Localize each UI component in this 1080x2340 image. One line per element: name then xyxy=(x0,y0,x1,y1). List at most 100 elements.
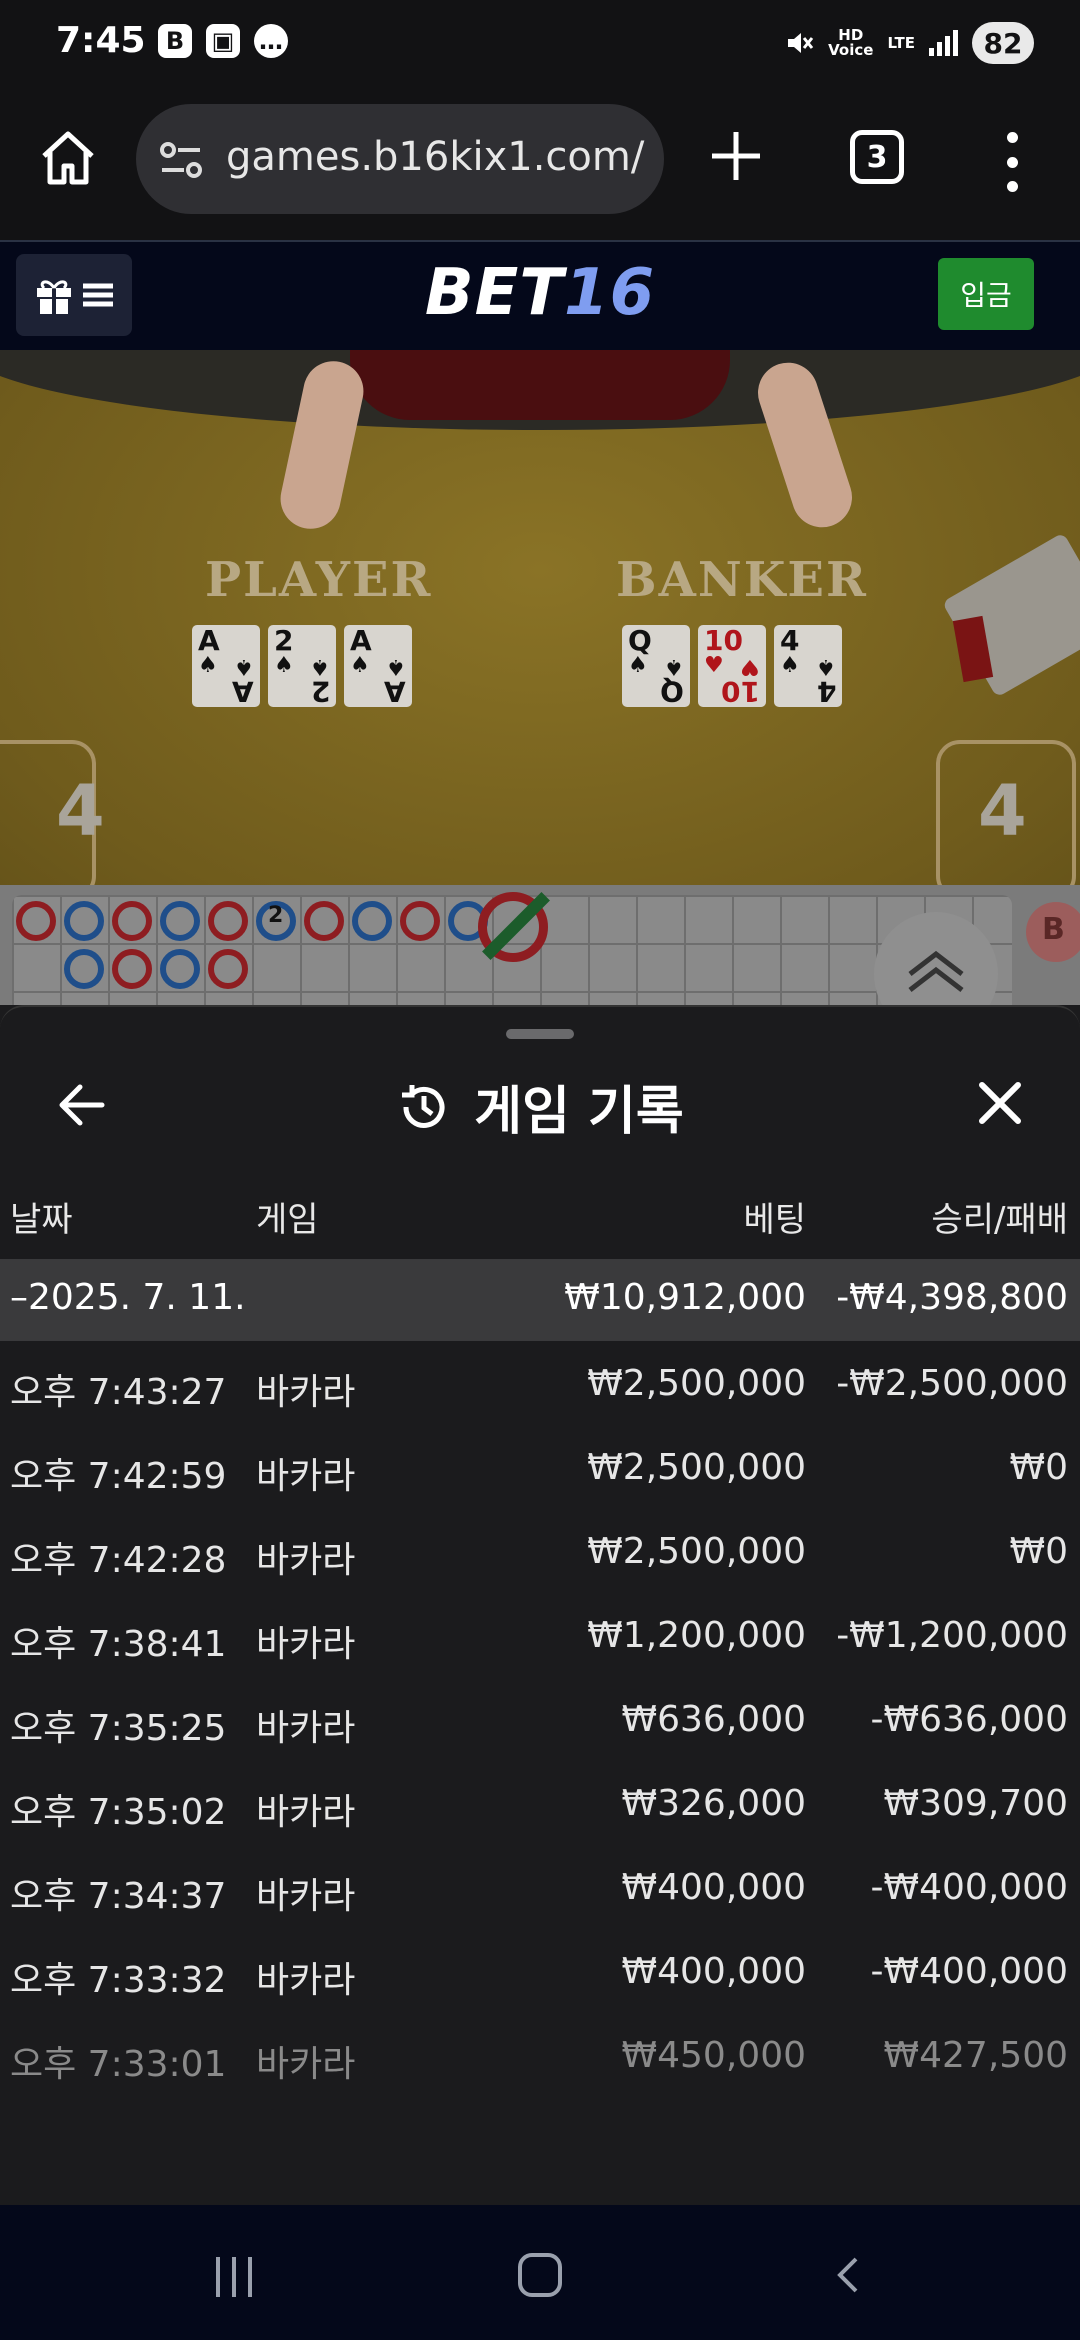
summary-bet: ₩10,912,000 xyxy=(564,1277,806,1318)
road-bead xyxy=(304,901,344,941)
new-tab-icon[interactable] xyxy=(706,126,766,186)
history-time: 오후 7:33:32 xyxy=(10,1960,227,2001)
history-row[interactable]: 오후 7:38:41 바카라 ₩1,200,000 -₩1,200,000 xyxy=(0,1595,1080,1679)
deposit-button[interactable]: 입금 xyxy=(938,258,1034,330)
history-bet: ₩450,000 xyxy=(621,2035,806,2076)
game-video: PLAYER BANKER A ♠ A ♠ 2 ♠ 2 ♠ A ♠ A ♠ Q ♠ Q ♠ 10 ♥ 10 ♥ 4 ♠ 4… xyxy=(0,350,1080,885)
system-icons: HD Voice LTE 82 xyxy=(784,22,1034,64)
side-badge: B xyxy=(1026,902,1080,962)
playing-card: A ♠ A ♠ xyxy=(192,625,260,708)
road-bead xyxy=(16,901,56,941)
history-result: ₩427,500 xyxy=(883,2035,1068,2076)
system-nav-bar xyxy=(0,2205,1080,2340)
sheet-title: 게임 기록 xyxy=(0,1069,1080,1144)
road-bead xyxy=(112,949,152,989)
dealer xyxy=(350,350,730,420)
history-time: 오후 7:42:28 xyxy=(10,1540,227,1581)
browser-toolbar: games.b16kix1.com/l 3 xyxy=(0,90,1080,240)
summary-result: -₩4,398,800 xyxy=(836,1277,1068,1318)
road-bead xyxy=(352,901,392,941)
history-row[interactable]: 오후 7:42:59 바카라 ₩2,500,000 ₩0 xyxy=(0,1427,1080,1511)
history-time: 오후 7:34:37 xyxy=(10,1876,227,1917)
address-bar[interactable]: games.b16kix1.com/l xyxy=(136,104,664,214)
history-result: ₩309,700 xyxy=(883,1783,1068,1824)
playing-card: 4 ♠ 4 ♠ xyxy=(774,625,842,708)
history-bet: ₩2,500,000 xyxy=(587,1531,806,1572)
road-bead: 2 xyxy=(256,901,296,941)
hd-voice-icon: HD Voice xyxy=(828,26,874,59)
history-bet: ₩1,200,000 xyxy=(587,1615,806,1656)
nav-back-icon[interactable] xyxy=(828,2255,868,2295)
playing-card: 10 ♥ 10 ♥ xyxy=(698,625,766,708)
history-time: 오후 7:35:02 xyxy=(10,1792,227,1833)
status-bar: 7:45 B ▣ … HD Voice LTE 82 xyxy=(0,0,1080,90)
summary-date: –2025. 7. 11. xyxy=(10,1277,246,1318)
history-game: 바카라 xyxy=(256,1456,356,1497)
history-game: 바카라 xyxy=(256,1708,356,1749)
road-bead xyxy=(64,901,104,941)
history-time: 오후 7:33:01 xyxy=(10,2044,227,2085)
column-header-date[interactable]: 날짜 xyxy=(10,1192,73,1241)
chat-icon: … xyxy=(254,24,288,58)
history-result: -₩400,000 xyxy=(870,1867,1068,1908)
column-header-result[interactable]: 승리/패배 xyxy=(931,1192,1068,1241)
sheet-title-text: 게임 기록 xyxy=(474,1082,684,1142)
history-row[interactable]: 오후 7:42:28 바카라 ₩2,500,000 ₩0 xyxy=(0,1511,1080,1595)
history-game: 바카라 xyxy=(256,1960,356,2001)
history-result: -₩400,000 xyxy=(870,1951,1068,1992)
road-bead xyxy=(160,949,200,989)
history-result: -₩2,500,000 xyxy=(836,1363,1068,1404)
history-row[interactable]: 오후 7:35:25 바카라 ₩636,000 -₩636,000 xyxy=(0,1679,1080,1763)
history-game: 바카라 xyxy=(256,1624,356,1665)
history-result: -₩636,000 xyxy=(870,1699,1068,1740)
column-header-game[interactable]: 게임 xyxy=(256,1192,319,1241)
home-icon[interactable] xyxy=(36,126,100,190)
recents-icon[interactable] xyxy=(216,2257,252,2297)
site-header: BET16 입금 xyxy=(0,240,1080,350)
mute-icon xyxy=(788,33,814,53)
history-game: 바카라 xyxy=(256,1792,356,1833)
signal-icon xyxy=(929,30,958,56)
tab-switcher-button[interactable]: 3 xyxy=(850,130,904,184)
playing-card: 2 ♠ 2 ♠ xyxy=(268,625,336,708)
banker-cards: Q ♠ Q ♠ 10 ♥ 10 ♥ 4 ♠ 4 ♠ xyxy=(622,625,842,708)
history-result: -₩1,200,000 xyxy=(836,1615,1068,1656)
column-header-bet[interactable]: 베팅 xyxy=(743,1192,806,1241)
date-summary-row[interactable]: –2025. 7. 11. ₩10,912,000 -₩4,398,800 xyxy=(0,1259,1080,1341)
history-bet: ₩400,000 xyxy=(621,1951,806,1992)
history-bet: ₩2,500,000 xyxy=(587,1447,806,1488)
history-row[interactable]: 오후 7:33:01 바카라 ₩450,000 ₩427,500 xyxy=(0,2015,1080,2099)
history-time: 오후 7:42:59 xyxy=(10,1456,227,1497)
history-time: 오후 7:43:27 xyxy=(10,1372,227,1413)
more-menu-icon[interactable] xyxy=(1000,132,1024,192)
lte-icon: LTE xyxy=(887,33,915,52)
history-game: 바카라 xyxy=(256,1540,356,1581)
history-row[interactable]: 오후 7:33:32 바카라 ₩400,000 -₩400,000 xyxy=(0,1931,1080,2015)
history-time: 오후 7:35:25 xyxy=(10,1708,227,1749)
history-row[interactable]: 오후 7:35:02 바카라 ₩326,000 ₩309,700 xyxy=(0,1763,1080,1847)
road-bead xyxy=(160,901,200,941)
banker-score: 4 xyxy=(978,770,1027,852)
history-row[interactable]: 오후 7:34:37 바카라 ₩400,000 -₩400,000 xyxy=(0,1847,1080,1931)
site-logo[interactable]: BET16 xyxy=(0,256,1080,330)
playing-card: A ♠ A ♠ xyxy=(344,625,412,708)
road-bead xyxy=(208,949,248,989)
history-game: 바카라 xyxy=(256,1372,356,1413)
history-bet: ₩400,000 xyxy=(621,1867,806,1908)
status-time: 7:45 xyxy=(56,20,146,61)
drag-handle[interactable] xyxy=(506,1029,574,1039)
history-bet: ₩636,000 xyxy=(621,1699,806,1740)
road-bead xyxy=(64,949,104,989)
road-bead xyxy=(208,901,248,941)
history-game: 바카라 xyxy=(256,1876,356,1917)
close-icon[interactable] xyxy=(970,1073,1030,1133)
player-cards: A ♠ A ♠ 2 ♠ 2 ♠ A ♠ A ♠ xyxy=(192,625,412,708)
b-app-icon: B xyxy=(158,24,192,58)
playing-card: Q ♠ Q ♠ xyxy=(622,625,690,708)
url-text[interactable]: games.b16kix1.com/l xyxy=(226,134,646,180)
history-row[interactable]: 오후 7:43:27 바카라 ₩2,500,000 -₩2,500,000 xyxy=(0,1343,1080,1427)
nav-home-icon[interactable] xyxy=(518,2253,562,2297)
site-settings-icon[interactable] xyxy=(158,140,204,180)
history-game: 바카라 xyxy=(256,2044,356,2085)
screenshot-icon: ▣ xyxy=(206,24,240,58)
